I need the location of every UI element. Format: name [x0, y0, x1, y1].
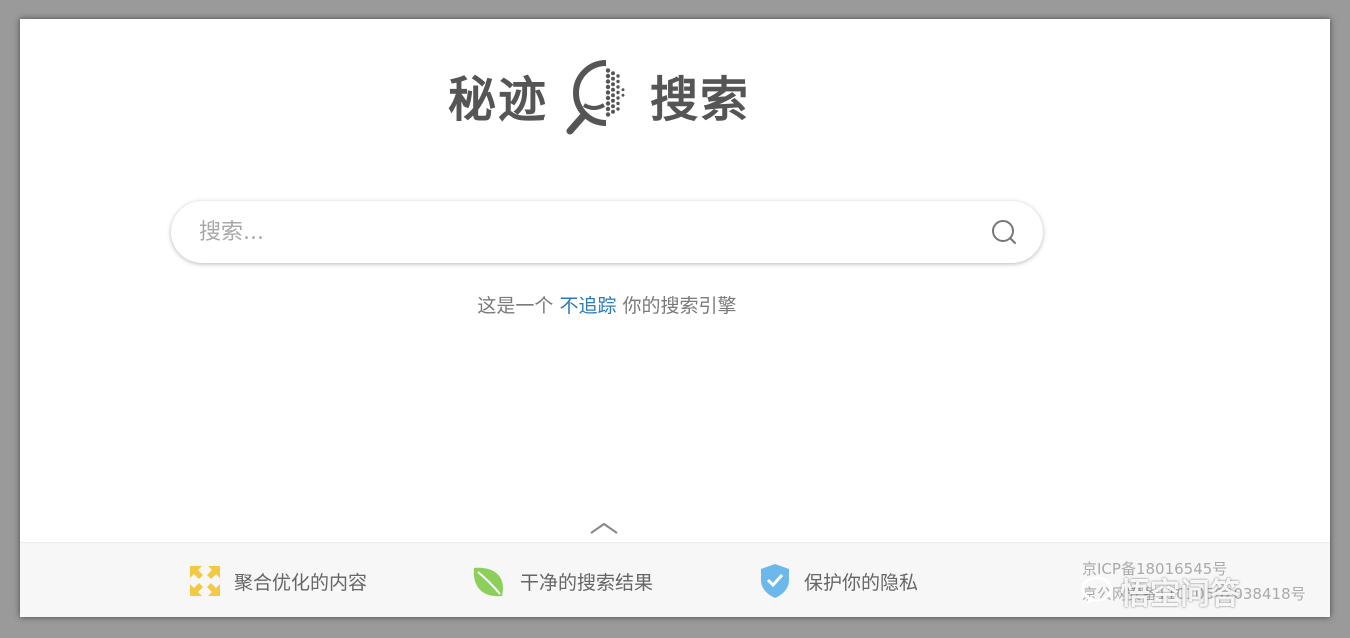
tagline: 这是一个 不追踪 你的搜索引擎 [20, 291, 1194, 318]
footer-bar: 聚合优化的内容 干净的搜索结果 保护你的隐私 京ICP备18016545号 京公… [20, 542, 1330, 617]
shield-check-icon [761, 564, 789, 598]
tagline-prefix: 这是一个 [477, 295, 554, 317]
feature-label: 保护你的隐私 [804, 571, 919, 594]
leaf-icon [473, 567, 503, 597]
watermark: 悟空问答 [1080, 569, 1240, 613]
magnifier-logo-icon [566, 60, 625, 135]
watermark-text: 悟空问答 [1120, 577, 1240, 612]
search-button[interactable] [987, 215, 1021, 249]
arrows-in-icon [190, 566, 220, 596]
speech-bubble-icon [1081, 576, 1113, 605]
feature-label: 干净的搜索结果 [520, 571, 654, 594]
feature-label: 聚合优化的内容 [234, 571, 368, 594]
feature-aggregated-content: 聚合优化的内容 [188, 561, 367, 601]
tagline-suffix: 你的搜索引擎 [622, 295, 737, 317]
logo-text-left: 秘迹 [448, 72, 549, 128]
site-logo[interactable]: 秘迹 搜索 [448, 55, 788, 135]
tagline-highlight: 不追踪 [559, 295, 617, 317]
search-bar [171, 200, 1043, 264]
browser-viewport: 秘迹 搜索 这是一个 不追踪 你的搜索引擎 [20, 19, 1330, 617]
search-input[interactable] [197, 200, 987, 264]
logo-text-right: 搜索 [650, 72, 751, 128]
chevron-up-icon[interactable] [588, 519, 620, 537]
feature-privacy: 保护你的隐私 [758, 561, 918, 601]
search-icon [992, 220, 1016, 244]
feature-clean-results: 干净的搜索结果 [470, 561, 653, 601]
